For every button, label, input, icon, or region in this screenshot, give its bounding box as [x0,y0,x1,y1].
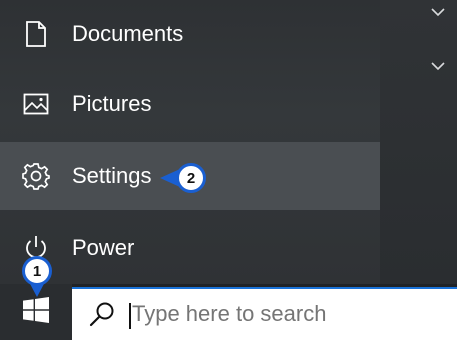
menu-item-label: Power [72,235,135,260]
start-menu: Documents Pictures Settings Power [0,0,380,284]
taskbar-search-box[interactable] [72,287,457,340]
menu-item-label: Documents [72,21,184,46]
callout-marker-2: 2 [160,162,208,194]
menu-item-documents[interactable]: Documents [0,0,380,68]
menu-item-power[interactable]: Power [0,214,380,282]
callout-number: 2 [176,163,206,193]
chevron-down-icon[interactable] [430,4,446,17]
chevron-down-icon[interactable] [430,58,446,71]
windows-logo-icon [23,296,49,328]
text-caret [129,303,131,329]
gear-icon [22,162,50,190]
callout-marker-1: 1 [22,256,52,298]
tiles-panel [380,0,457,284]
menu-item-label: Pictures [72,91,152,116]
search-input[interactable] [132,301,432,327]
callout-number: 1 [22,256,52,286]
pictures-icon [22,90,50,118]
menu-item-label: Settings [72,163,152,188]
menu-item-pictures[interactable]: Pictures [0,70,380,138]
search-icon [88,301,116,329]
document-icon [22,20,50,48]
